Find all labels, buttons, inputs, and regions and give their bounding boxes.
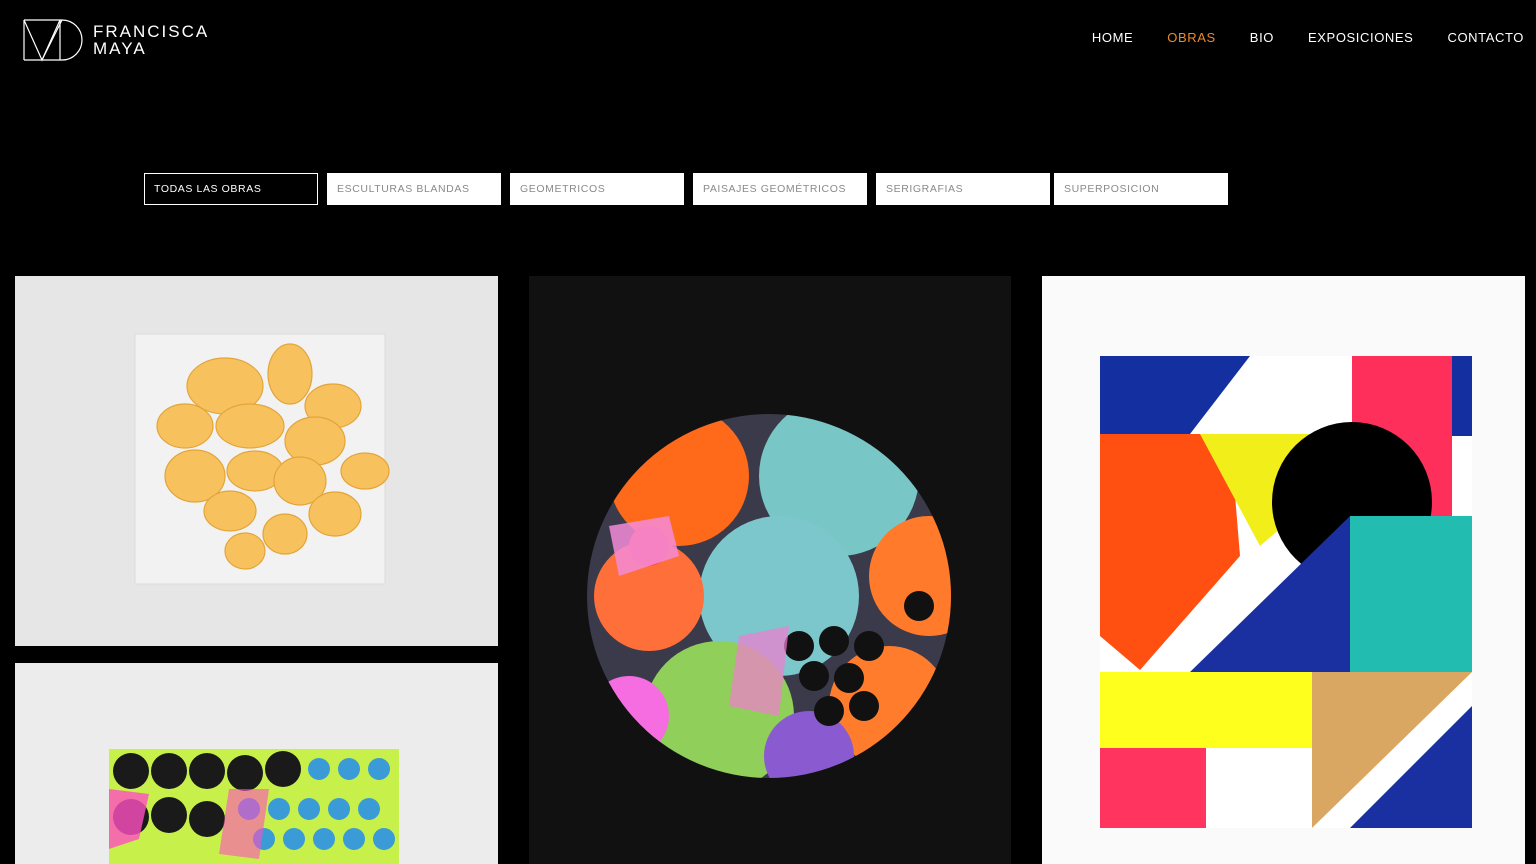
- nav-exposiciones[interactable]: EXPOSICIONES: [1308, 30, 1413, 45]
- filter-paisajes-geometricos[interactable]: PAISAJES GEOMÉTRICOS: [693, 173, 867, 205]
- filter-serigrafias[interactable]: SERIGRAFIAS: [876, 173, 1050, 205]
- nav-home[interactable]: HOME: [1092, 30, 1133, 45]
- logo-mark-icon: [23, 19, 83, 62]
- brand-line-1: FRANCISCA: [93, 22, 210, 41]
- artwork-tile-soft-sculpture[interactable]: [15, 276, 498, 646]
- nav-bio[interactable]: BIO: [1250, 30, 1274, 45]
- filter-geometricos[interactable]: GEOMETRICOS: [510, 173, 684, 205]
- brand-name: FRANCISCA MAYA: [93, 23, 209, 57]
- nav-contacto[interactable]: CONTACTO: [1447, 30, 1524, 45]
- filter-superposicion[interactable]: SUPERPOSICION: [1054, 173, 1228, 205]
- artwork-tile-circle-painting[interactable]: [529, 276, 1011, 864]
- artwork-tile-dots-painting[interactable]: [15, 663, 498, 864]
- artwork-image: [529, 276, 1011, 864]
- filter-todas-las-obras[interactable]: TODAS LAS OBRAS: [144, 173, 318, 205]
- page: FRANCISCA MAYA HOME OBRAS BIO EXPOSICION…: [0, 0, 1536, 864]
- category-filters: TODAS LAS OBRAS ESCULTURAS BLANDAS GEOME…: [144, 173, 1237, 205]
- artwork-image: [1042, 276, 1525, 864]
- artwork-image: [15, 276, 498, 646]
- artwork-tile-geometric-painting[interactable]: [1042, 276, 1525, 864]
- main-nav: HOME OBRAS BIO EXPOSICIONES CONTACTO: [1058, 30, 1524, 45]
- nav-obras[interactable]: OBRAS: [1167, 30, 1216, 45]
- artwork-image: [15, 663, 498, 864]
- brand-logo[interactable]: FRANCISCA MAYA: [22, 18, 209, 62]
- filter-esculturas-blandas[interactable]: ESCULTURAS BLANDAS: [327, 173, 501, 205]
- brand-line-2: MAYA: [93, 39, 147, 58]
